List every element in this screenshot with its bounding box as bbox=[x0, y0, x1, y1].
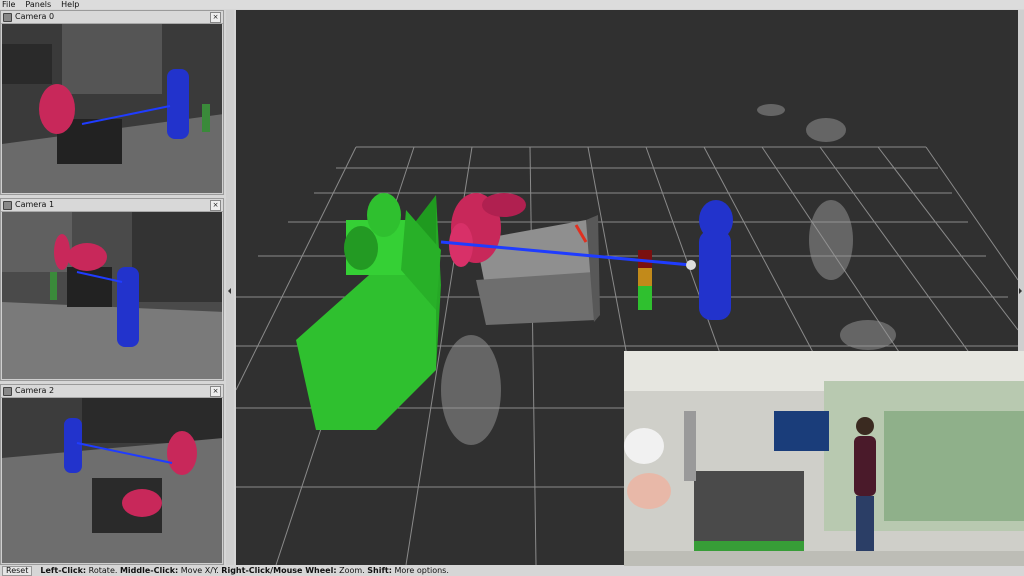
hint-left-text: Rotate. bbox=[88, 566, 118, 575]
collapse-left-icon[interactable] bbox=[228, 288, 231, 294]
hint-shift-text: More options. bbox=[394, 566, 449, 575]
collapse-right-icon[interactable] bbox=[1019, 288, 1022, 294]
camera-panel-1-titlebar[interactable]: Camera 1 bbox=[1, 199, 223, 212]
camera-panel-2-titlebar[interactable]: Camera 2 bbox=[1, 385, 223, 398]
camera-2-title: Camera 2 bbox=[15, 386, 55, 395]
camera-2-feed bbox=[2, 398, 222, 563]
close-icon[interactable]: × bbox=[210, 12, 221, 23]
close-icon[interactable]: × bbox=[210, 386, 221, 397]
menu-panels[interactable]: Panels bbox=[25, 0, 51, 9]
camera-icon bbox=[3, 386, 12, 396]
camera-0-title: Camera 0 bbox=[15, 12, 55, 21]
status-bar: Reset Left-Click: Rotate. Middle-Click: … bbox=[0, 566, 1024, 576]
menu-help[interactable]: Help bbox=[61, 0, 79, 9]
scene-photo-inset bbox=[624, 351, 1024, 576]
camera-0-feed bbox=[2, 24, 222, 193]
hint-right-key: Right-Click/Mouse Wheel: bbox=[221, 566, 337, 575]
close-icon[interactable]: × bbox=[210, 200, 221, 211]
camera-icon bbox=[3, 12, 12, 22]
menu-file[interactable]: File bbox=[2, 0, 15, 9]
hint-left-key: Left-Click: bbox=[40, 566, 87, 575]
hint-middle-key: Middle-Click: bbox=[119, 566, 179, 575]
camera-panel-0-titlebar[interactable]: Camera 0 bbox=[1, 11, 223, 24]
camera-panel-1: Camera 1 × bbox=[0, 198, 224, 381]
reset-button[interactable]: Reset bbox=[2, 566, 33, 576]
hint-right-text: Zoom. bbox=[339, 566, 365, 575]
left-splitter-handle[interactable] bbox=[226, 10, 234, 565]
camera-1-feed bbox=[2, 212, 222, 379]
hint-shift-key: Shift: bbox=[367, 566, 392, 575]
camera-icon bbox=[3, 200, 12, 210]
human-cloud bbox=[699, 200, 733, 320]
status-hint: Left-Click: Rotate. Middle-Click: Move X… bbox=[40, 566, 449, 576]
menu-bar: File Panels Help bbox=[0, 0, 1024, 9]
camera-panel-0: Camera 0 × bbox=[0, 10, 224, 195]
hint-middle-text: Move X/Y. bbox=[180, 566, 219, 575]
link-endpoint bbox=[686, 260, 696, 270]
camera-1-title: Camera 1 bbox=[15, 200, 55, 209]
camera-panel-2: Camera 2 × bbox=[0, 384, 224, 565]
